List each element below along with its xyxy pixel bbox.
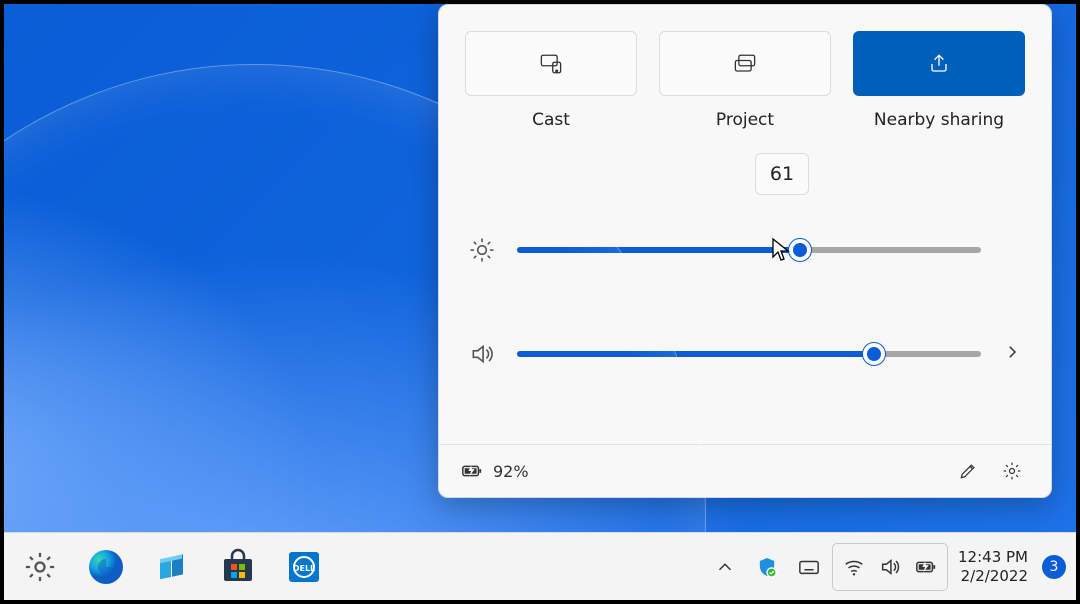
quick-settings-panel: Cast Project <box>438 4 1052 498</box>
gear-icon <box>1002 461 1022 481</box>
tile-project: Project <box>659 31 831 130</box>
volume-icon <box>879 556 901 578</box>
tile-label: Cast <box>532 110 570 130</box>
wifi-icon <box>843 556 865 578</box>
nearby-sharing-button[interactable] <box>853 31 1025 96</box>
cast-button[interactable] <box>465 31 637 96</box>
cast-icon <box>537 50 565 78</box>
taskbar: DELL 12:43 PM 2/2/2022 3 <box>4 532 1076 600</box>
tray-touch-keyboard-button[interactable] <box>790 542 828 592</box>
volume-slider[interactable] <box>517 351 981 357</box>
volume-icon <box>467 341 497 367</box>
clock-date: 2/2/2022 <box>958 567 1028 586</box>
tile-nearby-sharing: Nearby sharing <box>853 31 1025 130</box>
brightness-slider-row <box>467 226 1023 274</box>
volume-slider-thumb[interactable] <box>863 343 885 365</box>
taskbar-server-manager-icon[interactable] <box>152 547 192 587</box>
project-icon <box>731 50 759 78</box>
taskbar-settings-icon[interactable] <box>20 547 60 587</box>
tray-quick-settings-group[interactable] <box>832 543 948 591</box>
taskbar-clock[interactable]: 12:43 PM 2/2/2022 <box>952 548 1034 586</box>
brightness-value-tooltip: 61 <box>755 153 809 195</box>
volume-output-chevron[interactable] <box>1001 343 1023 366</box>
clock-time: 12:43 PM <box>958 548 1028 567</box>
tile-label: Project <box>716 110 774 130</box>
volume-slider-row <box>467 330 1023 378</box>
taskbar-edge-icon[interactable] <box>86 547 126 587</box>
notification-count: 3 <box>1050 559 1059 575</box>
chevron-up-icon <box>714 556 736 578</box>
project-button[interactable] <box>659 31 831 96</box>
quick-settings-tiles: Cast Project <box>467 31 1023 130</box>
brightness-slider[interactable] <box>517 247 981 253</box>
settings-button[interactable] <box>995 454 1029 488</box>
taskbar-microsoft-store-icon[interactable] <box>218 547 258 587</box>
desktop-wallpaper[interactable]: Cast Project <box>4 4 1076 532</box>
battery-icon <box>461 460 483 482</box>
taskbar-dell-icon[interactable]: DELL <box>284 547 324 587</box>
tray-security-icon[interactable] <box>748 542 786 592</box>
keyboard-icon <box>798 556 820 578</box>
battery-percent: 92% <box>493 462 529 481</box>
notification-badge[interactable]: 3 <box>1042 555 1066 579</box>
tile-label: Nearby sharing <box>874 110 1004 130</box>
share-icon <box>925 50 953 78</box>
quick-settings-footer: 92% <box>439 444 1051 497</box>
battery-icon <box>915 556 937 578</box>
pencil-icon <box>958 461 978 481</box>
brightness-icon <box>467 237 497 263</box>
brightness-value-text: 61 <box>770 163 794 185</box>
tile-cast: Cast <box>465 31 637 130</box>
edit-quick-settings-button[interactable] <box>951 454 985 488</box>
brightness-slider-thumb[interactable] <box>789 239 811 261</box>
shield-icon <box>756 556 778 578</box>
tray-overflow-chevron[interactable] <box>706 542 744 592</box>
svg-text:DELL: DELL <box>293 564 315 573</box>
